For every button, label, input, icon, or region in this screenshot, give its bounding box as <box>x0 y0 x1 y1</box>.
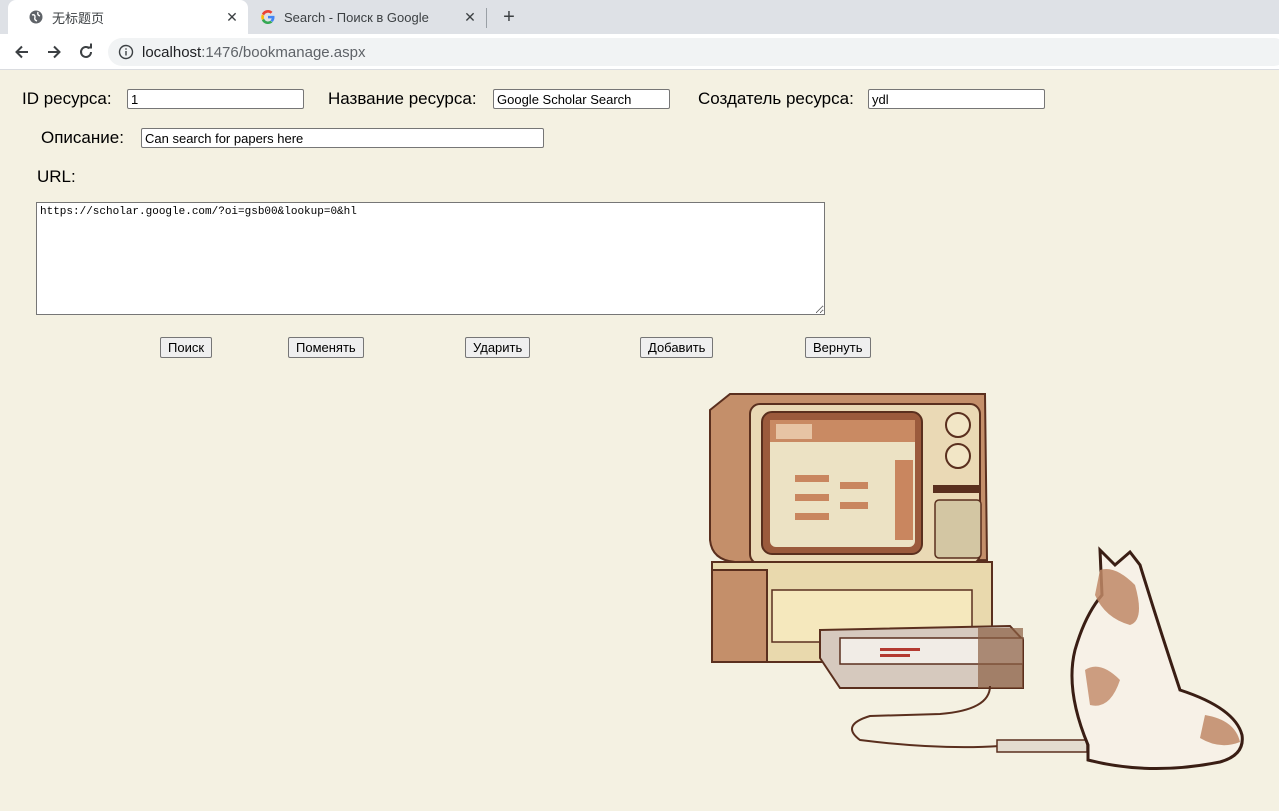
forward-arrow-icon[interactable] <box>42 40 66 64</box>
id-input[interactable] <box>127 89 304 109</box>
tab-separator <box>486 8 487 28</box>
description-input[interactable] <box>141 128 544 148</box>
back-arrow-icon[interactable] <box>10 40 34 64</box>
description-label: Описание: <box>41 128 124 147</box>
tab-untitled[interactable]: 无标题页 ✕ <box>8 0 248 34</box>
retro-tv-cat-illustration <box>709 393 1244 770</box>
name-label: Название ресурса: <box>328 89 477 108</box>
url-label: URL: <box>37 167 76 186</box>
back-button[interactable]: Вернуть <box>805 337 871 358</box>
tab-google-search[interactable]: Search - Поиск в Google ✕ <box>240 0 486 34</box>
id-label: ID ресурса: <box>22 89 112 108</box>
new-tab-plus-icon[interactable]: + <box>497 5 521 29</box>
page-content: ID ресурса: Название ресурса: Создатель … <box>0 70 1279 811</box>
google-icon <box>260 9 276 25</box>
add-button[interactable]: Добавить <box>640 337 714 358</box>
site-info-icon[interactable] <box>118 44 134 60</box>
name-input[interactable] <box>493 89 670 109</box>
tab-title: 无标题页 <box>52 10 105 26</box>
creator-input[interactable] <box>868 89 1045 109</box>
tab-strip: 无标题页 ✕ Search - Поиск в Google ✕ + <box>0 0 1279 34</box>
url-textarea[interactable]: https://scholar.google.com/?oi=gsb00&loo… <box>36 202 825 315</box>
address-bar[interactable]: localhost:1476/bookmanage.aspx <box>108 38 1279 66</box>
tab-close-icon[interactable]: ✕ <box>462 9 478 25</box>
tab-close-icon[interactable]: ✕ <box>224 9 240 25</box>
url-text: localhost:1476/bookmanage.aspx <box>142 44 366 61</box>
change-button[interactable]: Поменять <box>288 337 364 358</box>
tab-title: Search - Поиск в Google <box>284 9 429 25</box>
url-host: localhost <box>142 43 202 61</box>
reload-icon[interactable] <box>74 40 98 64</box>
globe-icon <box>28 9 44 25</box>
delete-button[interactable]: Ударить <box>465 337 531 358</box>
search-button[interactable]: Поиск <box>160 337 213 358</box>
creator-label: Создатель ресурса: <box>698 89 854 108</box>
url-path: :1476/bookmanage.aspx <box>201 43 366 61</box>
browser-toolbar: localhost:1476/bookmanage.aspx <box>0 34 1279 70</box>
